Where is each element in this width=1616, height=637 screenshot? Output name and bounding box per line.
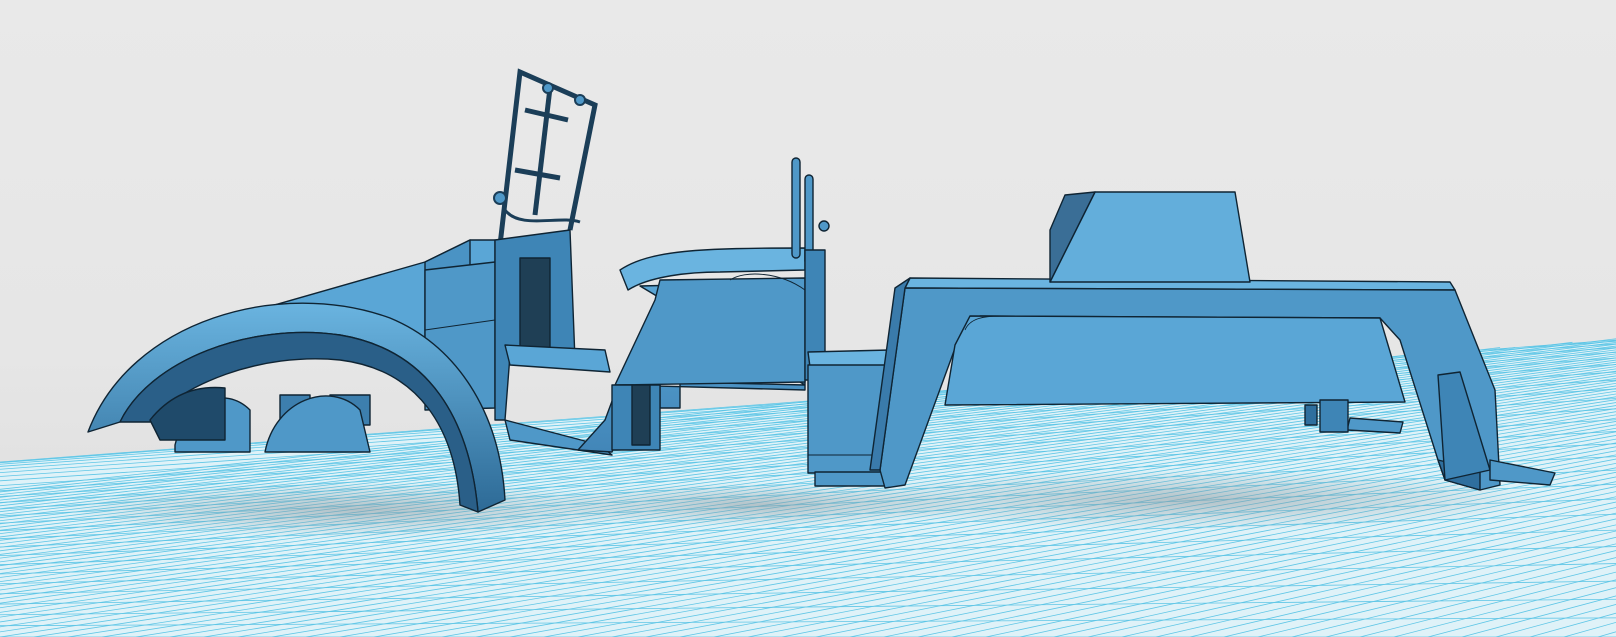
floor-step[interactable] — [504, 344, 611, 373]
3d-viewport[interactable] — [0, 0, 1616, 637]
windshield-frame[interactable] — [493, 68, 598, 246]
bed-top-box[interactable] — [1049, 191, 1251, 283]
model-scene[interactable] — [0, 0, 1616, 637]
